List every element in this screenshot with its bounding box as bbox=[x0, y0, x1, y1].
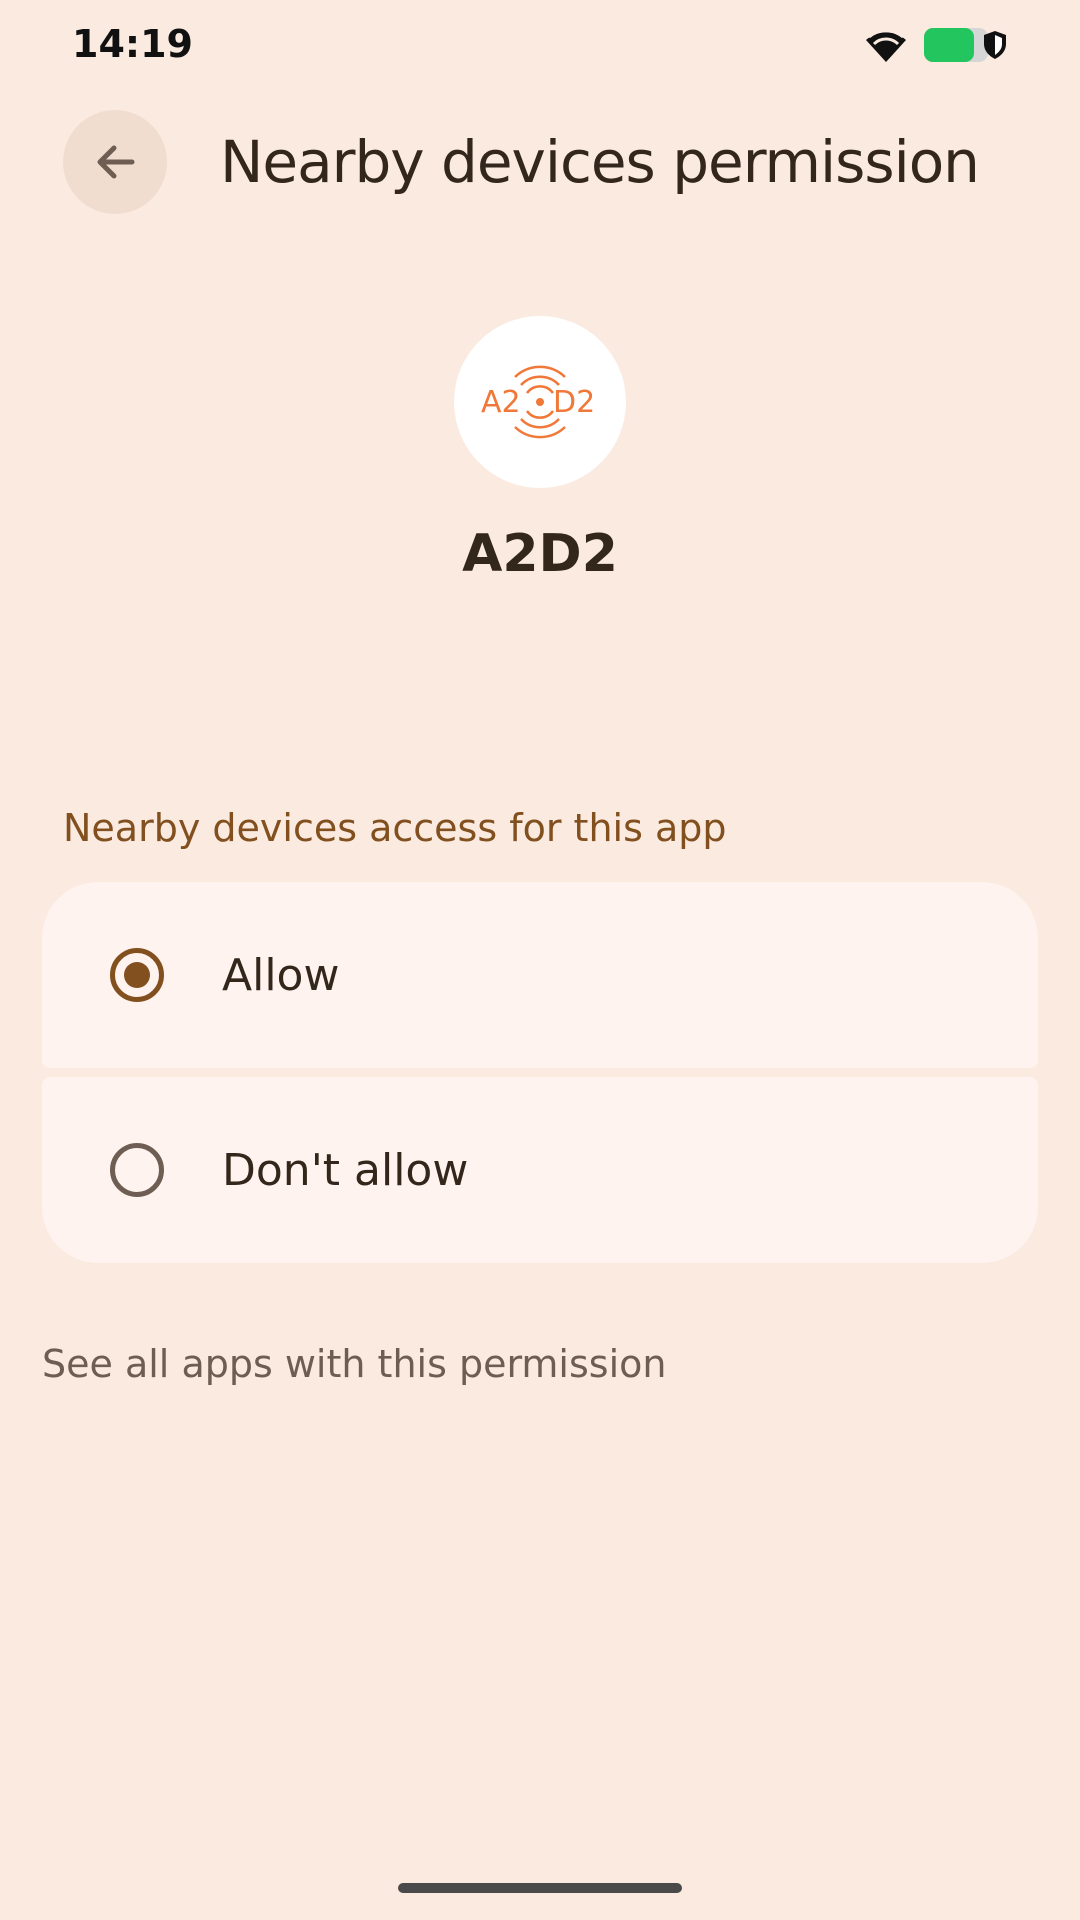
option-dont-allow[interactable]: Don't allow bbox=[42, 1077, 1038, 1263]
option-allow-label: Allow bbox=[222, 950, 340, 1001]
status-clock: 14:19 bbox=[72, 22, 193, 66]
gesture-nav-bar[interactable] bbox=[398, 1883, 682, 1893]
app-name: A2D2 bbox=[462, 524, 618, 584]
wifi-icon bbox=[866, 29, 906, 62]
screen: 14:19 Nearby devices permission A2 D2 A2… bbox=[0, 0, 1080, 1920]
page-title: Nearby devices permission bbox=[220, 128, 980, 196]
shield-icon bbox=[984, 31, 1006, 59]
option-allow[interactable]: Allow bbox=[42, 882, 1038, 1068]
option-dont-allow-label: Don't allow bbox=[222, 1145, 469, 1196]
section-header: Nearby devices access for this app bbox=[63, 806, 727, 850]
back-button[interactable] bbox=[63, 110, 167, 214]
arrow-left-icon bbox=[97, 145, 135, 179]
radio-button-checked[interactable] bbox=[110, 948, 164, 1002]
see-all-apps-link[interactable]: See all apps with this permission bbox=[42, 1342, 666, 1386]
status-bar: 14:19 bbox=[0, 0, 1080, 90]
a2d2-logo-icon: A2 D2 bbox=[481, 365, 595, 439]
svg-text:A2: A2 bbox=[481, 385, 521, 420]
svg-text:D2: D2 bbox=[553, 385, 595, 420]
app-icon: A2 D2 bbox=[454, 316, 626, 488]
radio-button-unchecked[interactable] bbox=[110, 1143, 164, 1197]
battery-icon bbox=[924, 28, 988, 62]
